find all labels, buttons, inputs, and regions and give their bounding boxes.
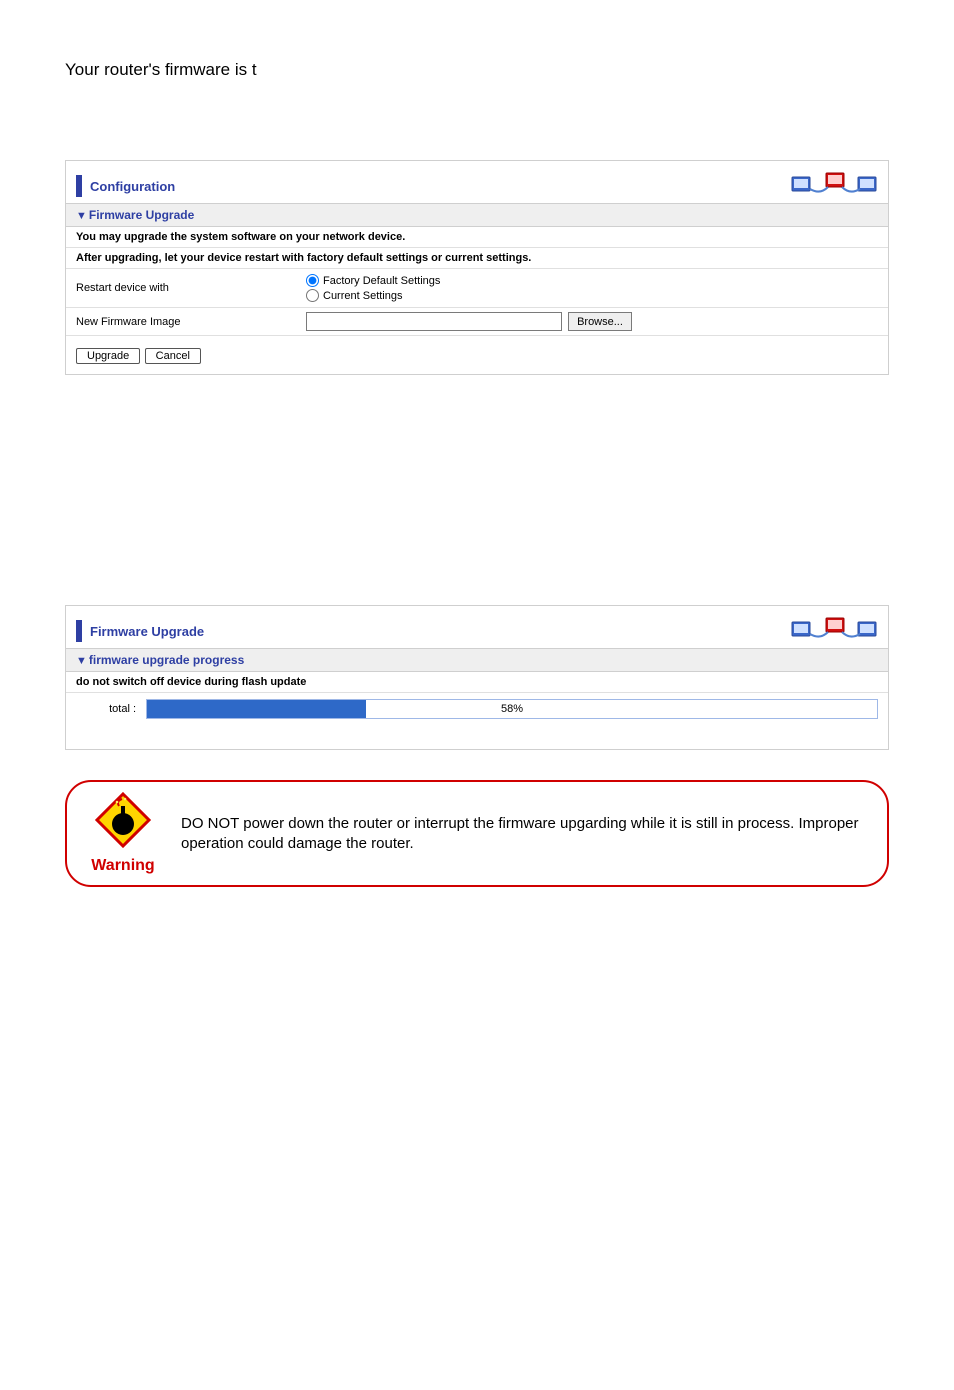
new-firmware-label: New Firmware Image: [66, 308, 296, 336]
firmware-upgrade-panel: Firmware Upgrade ▼firmware upgrade progr…: [65, 605, 889, 750]
progress-bar: 58%: [146, 699, 878, 719]
description-line-2: After upgrading, let your device restart…: [66, 248, 888, 269]
restart-with-label: Restart device with: [66, 269, 296, 308]
computers-network-icon: [790, 612, 880, 642]
radio-current-settings-label: Current Settings: [323, 290, 402, 302]
settings-table: Restart device with Factory Default Sett…: [66, 269, 888, 336]
warning-label: Warning: [83, 857, 163, 875]
radio-factory-default-label: Factory Default Settings: [323, 275, 440, 287]
table-row: New Firmware Image Browse...: [66, 308, 888, 336]
radio-factory-default[interactable]: [306, 274, 319, 287]
upgrade-button[interactable]: Upgrade: [76, 348, 140, 364]
computers-network-icon: [790, 167, 880, 197]
panel-title: Configuration: [90, 179, 175, 194]
section-label: Firmware Upgrade: [89, 208, 194, 222]
description-line-1: You may upgrade the system software on y…: [66, 227, 888, 248]
browse-button[interactable]: Browse...: [568, 312, 632, 331]
title-accent-bar: [76, 175, 82, 197]
warning-callout: Warning DO NOT power down the router or …: [65, 780, 889, 887]
progress-row: total : 58%: [66, 693, 888, 725]
panel-header: Configuration: [66, 161, 888, 203]
warning-text: DO NOT power down the router or interrup…: [181, 814, 867, 853]
section-label: firmware upgrade progress: [89, 653, 244, 667]
configuration-panel: Configuration ▼Firmware Upgrade You may …: [65, 160, 889, 375]
progress-label: total :: [76, 703, 146, 715]
panel-header: Firmware Upgrade: [66, 606, 888, 648]
warning-diamond-icon: [95, 792, 151, 848]
table-row: Restart device with Factory Default Sett…: [66, 269, 888, 308]
section-firmware-upgrade[interactable]: ▼Firmware Upgrade: [66, 203, 888, 227]
panel-title: Firmware Upgrade: [90, 624, 204, 639]
firmware-file-input[interactable]: [306, 312, 562, 331]
caret-down-icon: ▼: [76, 655, 87, 667]
title-accent-bar: [76, 620, 82, 642]
progress-warning-text: do not switch off device during flash up…: [66, 672, 888, 693]
cancel-button[interactable]: Cancel: [145, 348, 201, 364]
caret-down-icon: ▼: [76, 210, 87, 222]
section-progress[interactable]: ▼firmware upgrade progress: [66, 648, 888, 672]
progress-percent-text: 58%: [147, 700, 877, 718]
intro-text: Your router's firmware is t: [65, 60, 889, 80]
radio-current-settings[interactable]: [306, 289, 319, 302]
